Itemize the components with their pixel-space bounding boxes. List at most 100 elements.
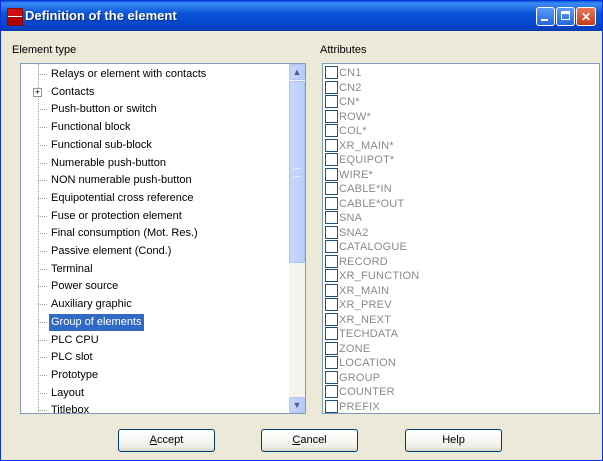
tree-item-label: Contacts [51, 85, 95, 98]
attribute-label: ZONE [339, 342, 371, 355]
tree-connector [38, 392, 47, 394]
attribute-label: XR_NEXT [339, 313, 392, 326]
attribute-checkbox[interactable] [325, 153, 338, 166]
maximize-button[interactable] [556, 7, 575, 26]
attribute-label: CABLE*OUT [339, 197, 405, 210]
accept-mnemonic: A [149, 434, 158, 446]
chevron-down-icon: ▼ [292, 400, 302, 410]
attribute-label: ROW* [339, 110, 371, 123]
tree-item-label: Auxiliary graphic [51, 298, 132, 311]
attribute-checkbox[interactable] [325, 356, 338, 369]
tree-connector [38, 162, 47, 164]
close-icon: ✕ [580, 10, 592, 24]
tree-item-label: PLC slot [51, 351, 93, 364]
tree-item-label: Prototype [51, 368, 99, 381]
attribute-checkbox[interactable] [325, 80, 338, 94]
tree-item-label: Fuse or protection element [51, 209, 182, 222]
attribute-checkbox[interactable] [325, 385, 338, 398]
minimize-icon [541, 19, 548, 21]
tree-item-label: Group of elements [49, 313, 144, 331]
tree-connector [38, 251, 47, 252]
attribute-checkbox[interactable] [325, 196, 338, 210]
help-button[interactable]: Help [405, 429, 502, 452]
tree-connector [38, 215, 47, 217]
tree-item-label: Power source [51, 280, 119, 293]
attribute-label: GROUP [339, 371, 381, 384]
tree-connector [38, 74, 47, 75]
scroll-thumb[interactable] [289, 81, 305, 263]
expand-icon[interactable]: + [33, 87, 42, 97]
element-type-scrollbar[interactable]: ▲ ▼ [289, 64, 305, 413]
tree-item-label: Terminal [51, 262, 93, 275]
attribute-checkbox[interactable] [325, 370, 338, 384]
attribute-checkbox[interactable] [325, 182, 338, 195]
tree-item-label: Push-button or switch [51, 103, 157, 116]
tree-connector [38, 339, 47, 341]
attribute-label: CN2 [339, 81, 362, 94]
attribute-checkbox[interactable] [325, 298, 338, 311]
tree-item-label: NON numerable push-button [51, 174, 192, 187]
title-bar[interactable]: Definition of the element ✕ [1, 1, 602, 31]
attribute-checkbox[interactable] [325, 124, 338, 137]
grip-icon [294, 168, 301, 177]
attribute-label: SNA [339, 212, 363, 224]
attribute-checkbox[interactable] [325, 95, 338, 108]
attribute-checkbox[interactable] [325, 66, 338, 79]
maximize-icon [561, 11, 570, 20]
attributes-label: Attributes [320, 44, 367, 56]
attribute-label: CN* [339, 96, 360, 108]
attribute-checkbox[interactable] [325, 341, 338, 355]
scroll-up-button[interactable]: ▲ [289, 64, 305, 80]
minimize-button[interactable] [536, 7, 555, 26]
attribute-label: WIRE* [339, 168, 373, 181]
tree-item-label: Relays or element with contacts [51, 68, 207, 80]
attribute-checkbox[interactable] [325, 254, 338, 268]
tree-item-label: Titlebox [51, 404, 90, 414]
attribute-checkbox[interactable] [325, 327, 338, 340]
tree-item-label: Numerable push-button [51, 156, 166, 169]
attribute-label: SNA2 [339, 226, 369, 239]
attribute-checkbox[interactable] [325, 211, 338, 224]
attribute-checkbox[interactable] [325, 138, 338, 152]
tree-item-label: PLC CPU [51, 333, 99, 346]
attribute-label: CN1 [339, 67, 362, 79]
attribute-checkbox[interactable] [325, 399, 338, 413]
attribute-label: PREFIX [339, 400, 380, 413]
attribute-checkbox[interactable] [325, 225, 338, 239]
close-button[interactable]: ✕ [576, 7, 596, 26]
tree-connector [38, 109, 47, 111]
tree-connector [38, 410, 47, 412]
tree-connector [38, 304, 47, 306]
accept-button[interactable]: Accept [118, 429, 215, 452]
attribute-label: TECHDATA [339, 328, 399, 340]
attributes-list[interactable]: CN1 CN2 CN* ROW* COL* XR_MAIN* EQUIPOT* WIRE* CA… [322, 63, 600, 414]
attribute-label: XR_MAIN [339, 284, 390, 297]
element-type-label: Element type [12, 44, 77, 56]
tree-item-label: Layout [51, 386, 85, 399]
element-type-tree[interactable]: Relays or element with contacts + Contacts… [20, 63, 306, 414]
attribute-checkbox[interactable] [325, 312, 338, 326]
tree-connector [38, 286, 47, 288]
tree-item-label: Equipotential cross reference [51, 191, 194, 204]
attribute-label: CATALOGUE [339, 241, 408, 253]
tree-connector [38, 144, 47, 146]
cancel-label: ancel [300, 434, 327, 446]
tree-connector [38, 233, 47, 235]
tree-item-label: Functional sub-block [51, 138, 152, 151]
attribute-checkbox[interactable] [325, 109, 338, 123]
attribute-checkbox[interactable] [325, 167, 338, 181]
attribute-checkbox[interactable] [325, 240, 338, 253]
attribute-label: COL* [339, 125, 367, 137]
window-title: Definition of the element [25, 8, 177, 23]
cancel-button[interactable]: Cancel [261, 429, 358, 452]
tree-connector [38, 374, 47, 376]
chevron-up-icon: ▲ [292, 67, 302, 77]
attribute-checkbox[interactable] [325, 269, 338, 282]
attribute-label: EQUIPOT* [339, 154, 395, 166]
scroll-down-button[interactable]: ▼ [289, 397, 305, 413]
tree-guide-line [38, 64, 39, 412]
attribute-checkbox[interactable] [325, 283, 338, 297]
tree-connector [38, 321, 47, 323]
tree-connector [38, 127, 47, 129]
tree-item-label: Passive element (Cond.) [51, 245, 172, 257]
